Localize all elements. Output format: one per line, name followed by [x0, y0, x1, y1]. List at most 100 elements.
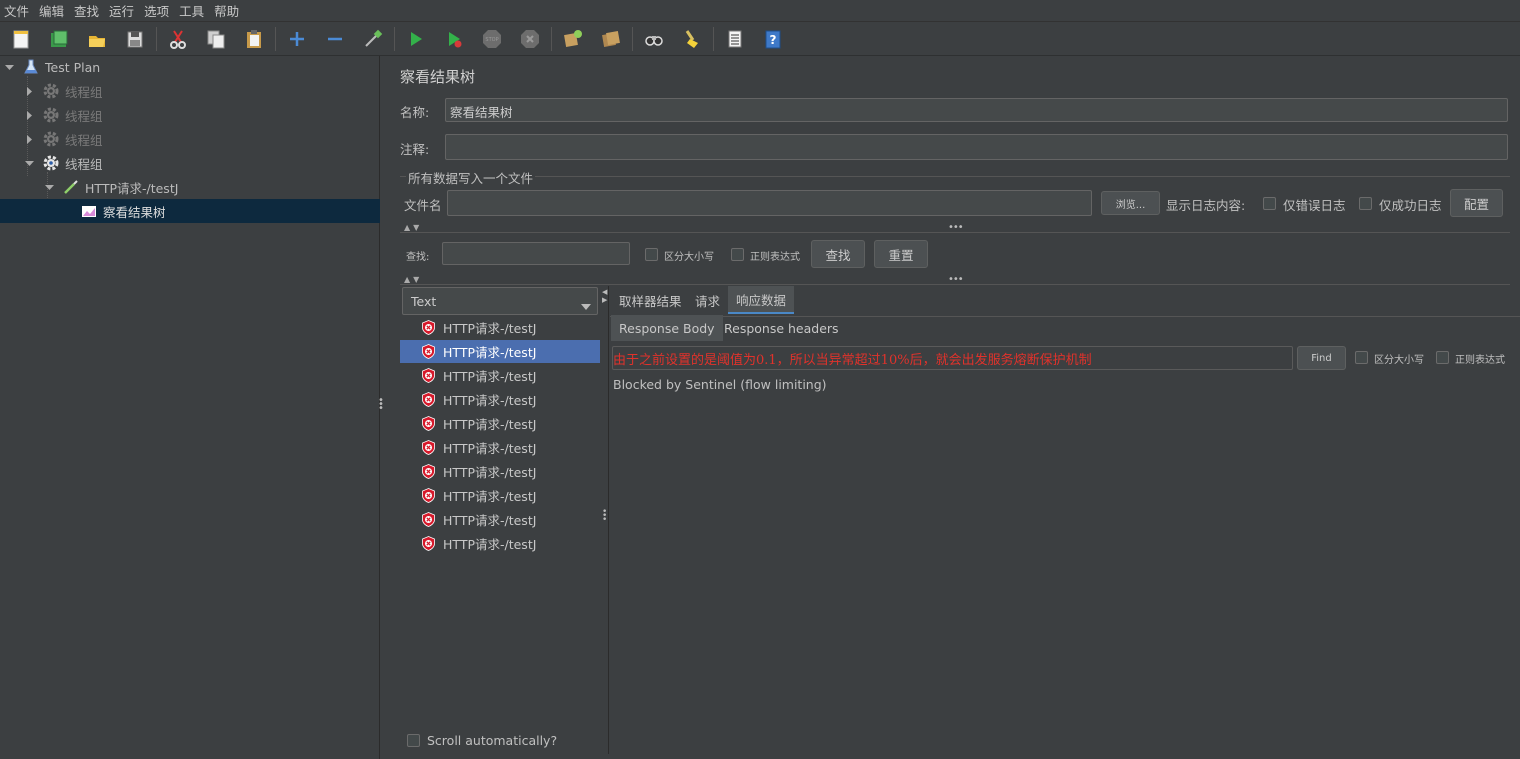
error-shield-icon — [421, 416, 436, 431]
case-sensitive-checkbox[interactable] — [645, 248, 658, 261]
tree-node-test-plan[interactable]: Test Plan — [4, 56, 100, 78]
result-item[interactable]: HTTP请求-/testJ — [400, 484, 600, 507]
tab-request[interactable]: 请求 — [687, 286, 728, 314]
result-item[interactable]: HTTP请求-/testJ — [400, 532, 600, 555]
function-helper-icon[interactable] — [720, 25, 750, 53]
name-field[interactable]: 察看结果树 — [445, 98, 1508, 122]
test-plan-tree: Test Plan 线程组 线程组 线程组 线程组 HTTP请求-/testJ … — [0, 56, 380, 759]
response-find-button[interactable]: Find — [1297, 346, 1346, 370]
pipette-icon — [62, 178, 80, 196]
results-splitter[interactable]: ◀ ▶ • • • — [600, 286, 609, 754]
tree-node-thread-group-1[interactable]: 线程组 — [24, 80, 103, 102]
copy-icon[interactable] — [201, 25, 231, 53]
templates-icon[interactable] — [44, 25, 74, 53]
expanded-arrow-icon[interactable] — [4, 62, 14, 72]
start-no-pause-icon[interactable] — [439, 25, 469, 53]
result-item[interactable]: HTTP请求-/testJ — [400, 340, 600, 363]
collapsed-arrow-icon[interactable] — [24, 134, 34, 144]
result-item[interactable]: HTTP请求-/testJ — [400, 460, 600, 483]
configure-button[interactable]: 配置 — [1450, 189, 1503, 217]
expanded-arrow-icon[interactable] — [44, 182, 54, 192]
collapse-arrows-icon[interactable]: ▲▼ — [404, 275, 422, 284]
tree-node-thread-group-4[interactable]: 线程组 — [24, 152, 103, 174]
tree-node-label: 线程组 — [65, 108, 103, 124]
error-shield-icon — [421, 320, 436, 335]
collapsed-arrow-icon[interactable] — [24, 110, 34, 120]
result-item[interactable]: HTTP请求-/testJ — [400, 388, 600, 411]
expanded-arrow-icon[interactable] — [24, 158, 34, 168]
expand-icon[interactable] — [282, 25, 312, 53]
regex-label: 正则表达式 — [750, 252, 800, 263]
filename-field[interactable] — [447, 190, 1092, 216]
errors-only-checkbox[interactable] — [1263, 197, 1276, 210]
cut-icon[interactable] — [163, 25, 193, 53]
log-content-label: 显示日志内容: — [1166, 198, 1246, 213]
response-case-checkbox[interactable] — [1355, 351, 1368, 364]
browse-button[interactable]: 浏览... — [1101, 191, 1160, 215]
tree-node-view-results-tree[interactable]: 察看结果树 — [0, 199, 380, 223]
result-item[interactable]: HTTP请求-/testJ — [400, 508, 600, 531]
tree-splitter[interactable]: • • • — [378, 56, 388, 759]
tree-node-label: 线程组 — [65, 156, 103, 172]
find-button[interactable]: 查找 — [811, 240, 865, 268]
error-shield-icon — [421, 344, 436, 359]
shutdown-icon[interactable] — [515, 25, 545, 53]
subtab-response-headers[interactable]: Response headers — [716, 315, 847, 341]
view-results-tree-panel: 察看结果树 名称: 察看结果树 注释: 所有数据写入一个文件 文件名 浏览...… — [388, 56, 1520, 759]
search-field[interactable] — [442, 242, 630, 265]
stop-icon[interactable]: STOP — [477, 25, 507, 53]
error-shield-icon — [421, 464, 436, 479]
new-icon[interactable] — [6, 25, 36, 53]
result-item[interactable]: HTTP请求-/testJ — [400, 316, 600, 339]
response-regex-checkbox[interactable] — [1436, 351, 1449, 364]
chevron-down-icon — [581, 298, 591, 313]
tab-response-data[interactable]: 响应数据 — [728, 286, 795, 314]
result-item-label: HTTP请求-/testJ — [443, 393, 537, 408]
menu-run[interactable]: 运行 — [109, 1, 134, 20]
scroll-auto-checkbox[interactable] — [407, 734, 420, 747]
result-item[interactable]: HTTP请求-/testJ — [400, 436, 600, 459]
tab-sampler-result[interactable]: 取样器结果 — [611, 286, 690, 314]
renderer-select[interactable]: Text — [402, 287, 598, 315]
reset-button[interactable]: 重置 — [874, 240, 928, 268]
splitter-grip-icon: • • • — [378, 395, 384, 414]
collapse-icon[interactable] — [320, 25, 350, 53]
collapse-arrows-icon[interactable]: ▲▼ — [404, 223, 422, 232]
menu-search[interactable]: 查找 — [74, 1, 99, 20]
tree-node-http-request[interactable]: HTTP请求-/testJ — [44, 176, 178, 198]
menu-edit[interactable]: 编辑 — [39, 1, 64, 20]
divider — [400, 176, 1510, 177]
tree-node-label: 线程组 — [65, 132, 103, 148]
toggle-icon[interactable] — [358, 25, 388, 53]
regex-checkbox[interactable] — [731, 248, 744, 261]
clear-icon[interactable] — [558, 25, 588, 53]
comment-field[interactable] — [445, 134, 1508, 160]
search-icon[interactable] — [639, 25, 669, 53]
open-icon[interactable] — [82, 25, 112, 53]
clear-all-icon[interactable] — [596, 25, 626, 53]
menu-file[interactable]: 文件 — [4, 1, 29, 20]
tree-node-label: 察看结果树 — [103, 204, 166, 220]
success-only-checkbox[interactable] — [1359, 197, 1372, 210]
menu-options[interactable]: 选项 — [144, 1, 169, 20]
result-item-label: HTTP请求-/testJ — [443, 321, 537, 336]
panel-title: 察看结果树 — [400, 68, 476, 86]
start-icon[interactable] — [401, 25, 431, 53]
response-find-field[interactable]: 由于之前设置的是阈值为0.1，所以当异常超过10%后，就会出发服务熔断保护机制 — [612, 346, 1293, 370]
menu-help[interactable]: 帮助 — [214, 1, 239, 20]
tree-node-thread-group-2[interactable]: 线程组 — [24, 104, 103, 126]
help-icon[interactable]: ? — [758, 25, 788, 53]
toolbar: STOP ? — [0, 22, 1520, 56]
result-item[interactable]: HTTP请求-/testJ — [400, 364, 600, 387]
result-item[interactable]: HTTP请求-/testJ — [400, 412, 600, 435]
reset-search-icon[interactable] — [677, 25, 707, 53]
subtab-response-body[interactable]: Response Body — [611, 315, 723, 341]
save-icon[interactable] — [120, 25, 150, 53]
comment-label: 注释: — [400, 142, 430, 157]
paste-icon[interactable] — [239, 25, 269, 53]
collapsed-arrow-icon[interactable] — [24, 86, 34, 96]
tree-node-label: 线程组 — [65, 84, 103, 100]
name-label: 名称: — [400, 105, 430, 120]
tree-node-thread-group-3[interactable]: 线程组 — [24, 128, 103, 150]
menu-tools[interactable]: 工具 — [179, 1, 204, 20]
